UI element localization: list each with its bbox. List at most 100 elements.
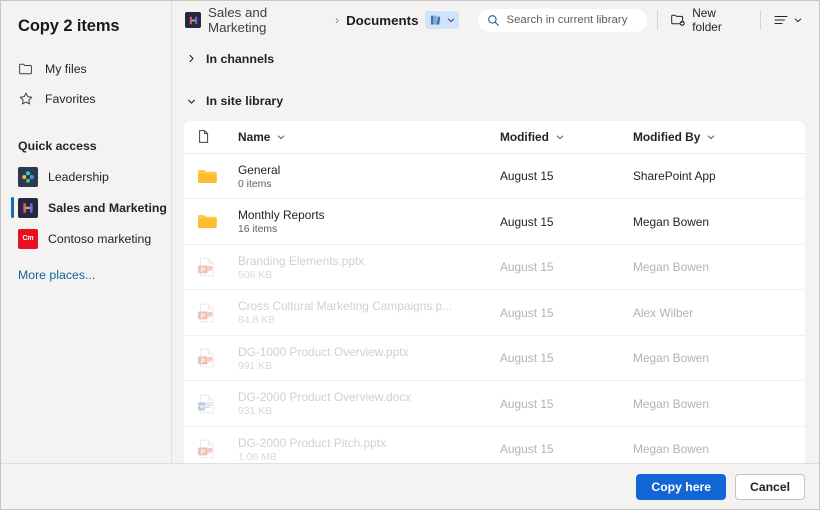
file-subtitle: 1.06 MB xyxy=(238,451,277,463)
svg-text:P: P xyxy=(201,312,206,319)
svg-text:P: P xyxy=(201,267,206,274)
toolbar-divider xyxy=(657,10,659,30)
file-subtitle: 16 items xyxy=(238,224,278,236)
table-row[interactable]: Monthly Reports 16 items August 15 Megan… xyxy=(184,199,805,245)
search-icon xyxy=(487,14,500,27)
file-name[interactable]: General xyxy=(238,163,488,177)
breadcrumb-separator: › xyxy=(335,13,340,27)
column-header-modified-label: Modified xyxy=(500,129,549,144)
chevron-down-icon xyxy=(276,132,286,142)
group-in-channels[interactable]: In channels xyxy=(172,48,819,69)
table-row: P Branding Elements.pptx 506 KB August 1… xyxy=(184,245,805,291)
sidebar-item-favorites[interactable]: Favorites xyxy=(1,84,171,114)
column-type-icon-header xyxy=(196,129,238,144)
table-row: P Cross Cultural Marketing Campaigns.p..… xyxy=(184,290,805,336)
search-box[interactable] xyxy=(478,8,648,32)
sidebar-item-label: My files xyxy=(45,62,87,76)
breadcrumb-current-label[interactable]: Documents xyxy=(346,13,418,28)
cancel-button[interactable]: Cancel xyxy=(735,473,805,500)
column-header-modified[interactable]: Modified xyxy=(500,128,633,146)
file-subtitle: 506 KB xyxy=(238,269,273,281)
sidebar-item-label: Leadership xyxy=(48,169,109,184)
table-row: P DG-1000 Product Overview.pptx 991 KB A… xyxy=(184,336,805,382)
file-modified: August 15 xyxy=(500,214,554,229)
file-subtitle: 991 KB xyxy=(238,360,273,372)
file-modified: August 15 xyxy=(500,305,554,320)
file-name: DG-2000 Product Overview.docx xyxy=(238,390,412,405)
view-options-button[interactable] xyxy=(771,9,805,31)
file-modified: August 15 xyxy=(500,169,554,184)
sales-site-icon xyxy=(18,197,38,218)
column-header-name[interactable]: Name xyxy=(238,128,500,146)
breadcrumb-site-label: Sales and Marketing xyxy=(208,5,268,35)
leadership-site-icon xyxy=(18,166,38,187)
table-header-row: Name Modified Modified By xyxy=(184,121,805,154)
file-modified: August 15 xyxy=(500,260,554,275)
file-modified-by: Megan Bowen xyxy=(633,396,710,411)
contoso-site-badge: Cm xyxy=(22,235,34,242)
sales-site-icon xyxy=(185,12,201,28)
folder-outline-icon xyxy=(18,61,34,77)
table-row: P DG-2000 Product Pitch.pptx 1.06 MB Aug… xyxy=(184,427,805,463)
file-name: Branding Elements.pptx xyxy=(238,253,365,268)
powerpoint-icon: P xyxy=(196,302,218,324)
file-modified: August 15 xyxy=(500,351,554,366)
search-input[interactable] xyxy=(506,14,639,26)
table-row: W DG-2000 Product Overview.docx 931 KB A… xyxy=(184,381,805,427)
toolbar: Sales and Marketing › Documents Search i… xyxy=(172,1,819,39)
sidebar-item-sales-and-marketing[interactable]: Sales and Marketing xyxy=(1,192,171,223)
toolbar-divider-2 xyxy=(760,10,761,30)
copy-items-dialog: Copy 2 items My files Favorites Quick ac… xyxy=(0,0,820,510)
file-subtitle: 0 items xyxy=(238,178,272,190)
sidebar: Copy 2 items My files Favorites Quick ac… xyxy=(1,1,172,463)
star-outline-icon xyxy=(18,91,34,107)
powerpoint-icon: P xyxy=(196,347,218,369)
column-header-name-label: Name xyxy=(238,129,271,144)
view-list-icon xyxy=(773,12,789,28)
quick-access-heading: Quick access xyxy=(18,139,97,153)
sidebar-item-label: Favorites xyxy=(45,92,96,106)
file-modified-by: Alex Wilber xyxy=(633,305,694,320)
file-name: DG-1000 Product Overview.pptx xyxy=(238,344,409,359)
chevron-down-icon xyxy=(706,132,716,142)
powerpoint-icon: P xyxy=(196,438,218,460)
dialog-footer: Copy here Cancel xyxy=(1,463,819,509)
dialog-title: Copy 2 items xyxy=(18,17,120,35)
dialog-body: Copy 2 items My files Favorites Quick ac… xyxy=(1,1,819,464)
library-books-icon xyxy=(429,13,443,27)
column-header-modified-by-label: Modified By xyxy=(633,129,701,144)
folder-icon xyxy=(196,165,219,188)
group-in-site-library[interactable]: In site library xyxy=(172,90,819,111)
file-modified-by: Megan Bowen xyxy=(633,442,710,457)
new-folder-label: New folder xyxy=(692,6,722,34)
sidebar-item-my-files[interactable]: My files xyxy=(1,54,171,84)
file-modified-by: Megan Bowen xyxy=(633,214,710,229)
sidebar-item-label: Sales and Marketing xyxy=(48,200,167,215)
chevron-down-icon xyxy=(793,15,803,25)
breadcrumb-site[interactable]: Sales and Marketing xyxy=(185,5,328,35)
folder-icon xyxy=(196,210,219,233)
sidebar-item-label: Contoso marketing xyxy=(48,231,152,246)
copy-here-button[interactable]: Copy here xyxy=(636,473,727,500)
chevron-down-icon xyxy=(555,132,565,142)
file-modified: August 15 xyxy=(500,396,554,411)
chevron-right-icon xyxy=(186,53,197,64)
chevron-down-icon xyxy=(186,96,197,107)
table-row[interactable]: General 0 items August 15 SharePoint App xyxy=(184,154,805,200)
library-selector-chip[interactable] xyxy=(425,11,460,29)
file-subtitle: 931 KB xyxy=(238,406,273,418)
file-modified-by: Megan Bowen xyxy=(633,260,710,275)
file-modified-by: Megan Bowen xyxy=(633,351,710,366)
file-name[interactable]: Monthly Reports xyxy=(238,208,488,222)
more-places-link[interactable]: More places... xyxy=(1,268,171,282)
sidebar-item-contoso-marketing[interactable]: Cm Contoso marketing xyxy=(1,223,171,254)
svg-text:P: P xyxy=(201,358,206,365)
column-header-modified-by[interactable]: Modified By xyxy=(633,128,805,146)
contoso-site-icon: Cm xyxy=(18,228,38,249)
group-in-site-library-label: In site library xyxy=(206,94,284,109)
new-folder-button[interactable]: New folder xyxy=(668,3,750,37)
chevron-down-icon xyxy=(446,15,456,25)
sidebar-item-leadership[interactable]: Leadership xyxy=(1,161,171,192)
file-name: Cross Cultural Marketing Campaigns.p... xyxy=(238,299,453,314)
file-name: DG-2000 Product Pitch.pptx xyxy=(238,435,387,450)
